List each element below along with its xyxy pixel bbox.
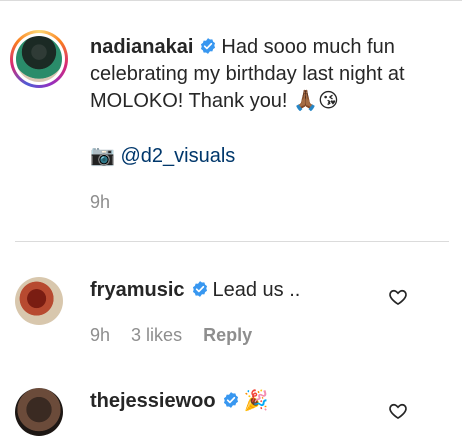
comment-username[interactable]: thejessiewoo — [90, 390, 216, 412]
verified-badge-icon — [201, 38, 216, 54]
avatar[interactable] — [16, 36, 62, 82]
comment-meta: 9h 3 likes Reply — [90, 325, 268, 346]
verified-badge-icon — [192, 281, 207, 297]
comment-text: Lead us .. — [212, 279, 301, 301]
comment-username[interactable]: fryamusic — [90, 279, 185, 301]
avatar[interactable] — [15, 388, 63, 436]
divider — [15, 241, 449, 242]
reply-button[interactable]: Reply — [203, 325, 252, 345]
party-popper-icon: 🎉 — [243, 390, 269, 412]
heart-outline-icon[interactable] — [388, 287, 408, 307]
avatar[interactable] — [15, 277, 63, 325]
comment-likes[interactable]: 3 likes — [131, 325, 182, 345]
heart-outline-icon[interactable] — [388, 401, 408, 421]
mention-link[interactable]: @d2_visuals — [120, 145, 235, 167]
comment-time: 9h — [90, 325, 111, 345]
photo-credit: 📷 @d2_visuals — [90, 143, 235, 170]
story-ring[interactable] — [10, 30, 68, 88]
camera-icon: 📷 — [90, 145, 115, 167]
caption-username[interactable]: nadianakai — [90, 36, 193, 58]
caption-timestamp[interactable]: 9h — [90, 192, 110, 213]
verified-badge-icon — [223, 392, 238, 408]
caption-emojis: 🙏🏾😘 — [293, 90, 339, 112]
top-border — [0, 0, 462, 1]
caption-text: nadianakai Had sooo much fun celebrating … — [90, 34, 440, 115]
